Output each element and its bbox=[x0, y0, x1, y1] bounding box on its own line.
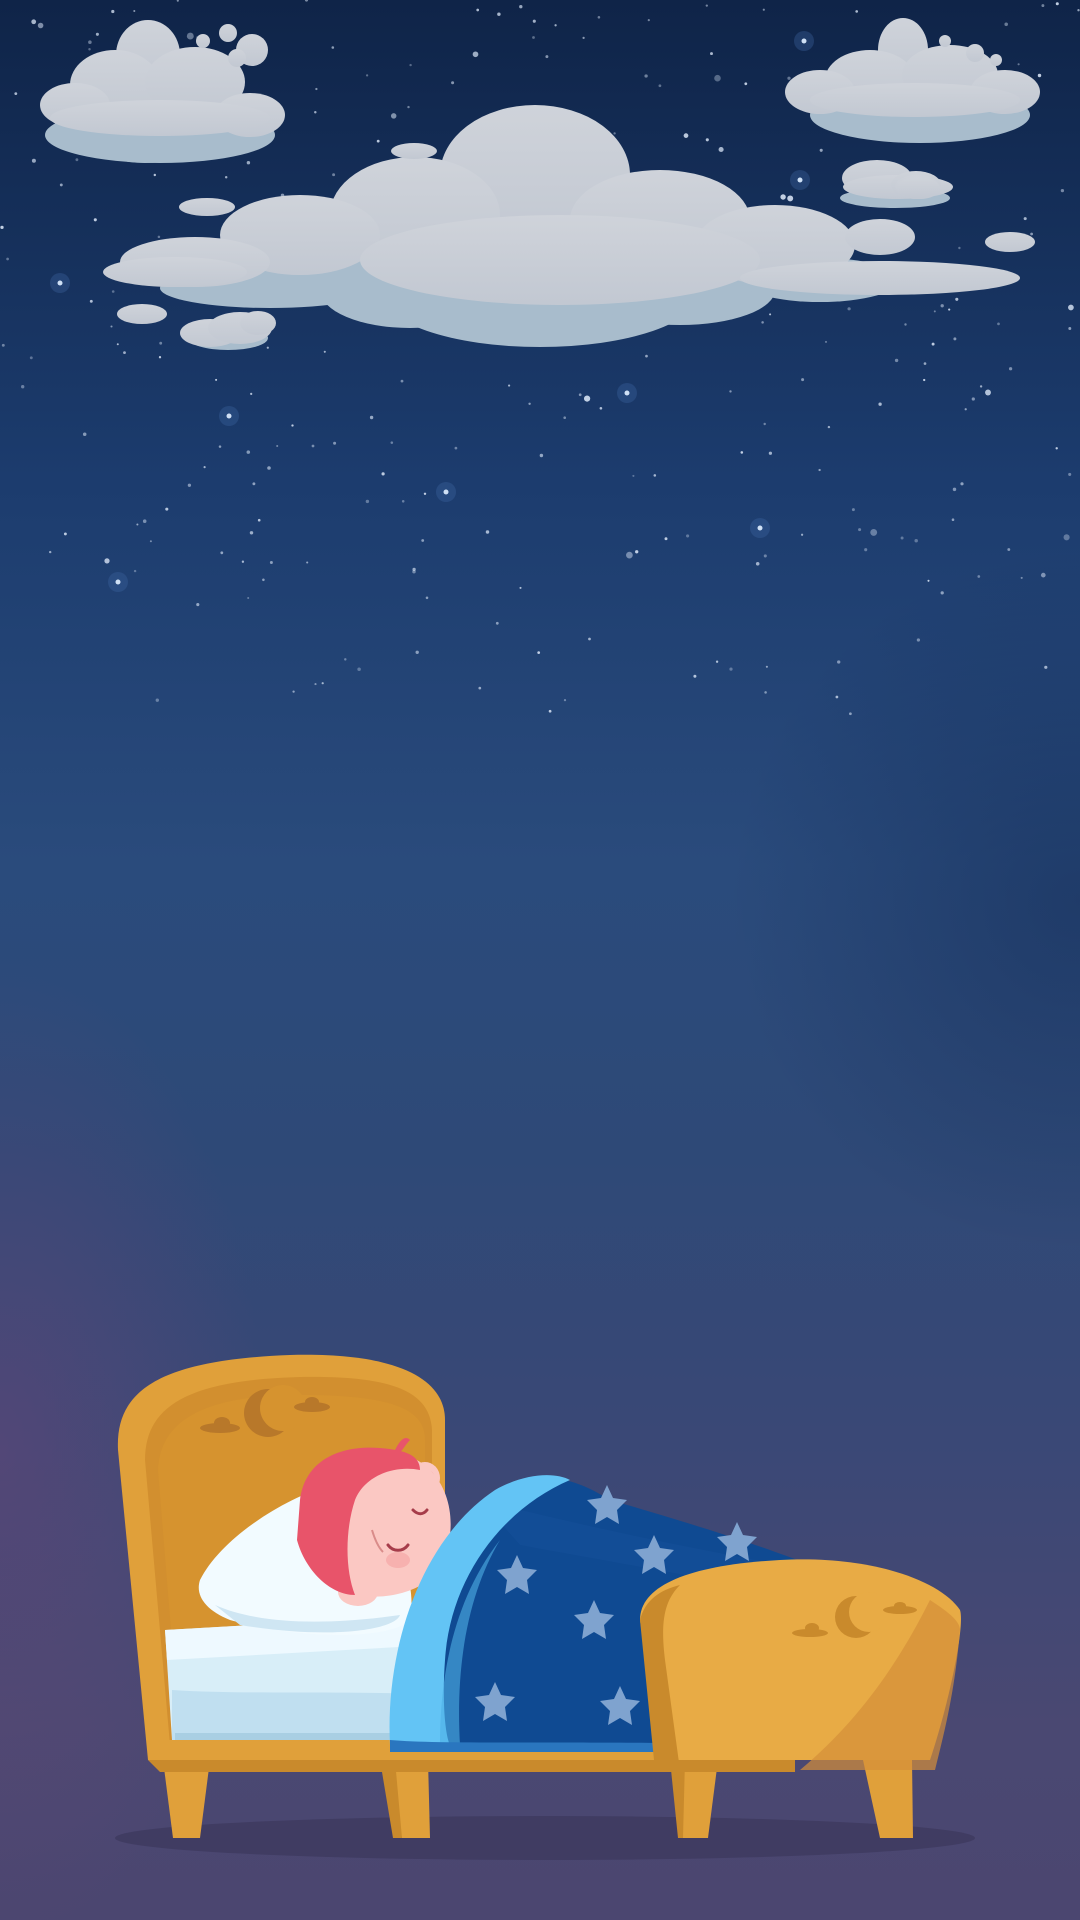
footboard bbox=[640, 1559, 961, 1770]
bed-shadow bbox=[115, 1816, 975, 1860]
night-sky-scene bbox=[0, 0, 1080, 1920]
sleeping-child-bed-illustration bbox=[115, 1354, 975, 1860]
